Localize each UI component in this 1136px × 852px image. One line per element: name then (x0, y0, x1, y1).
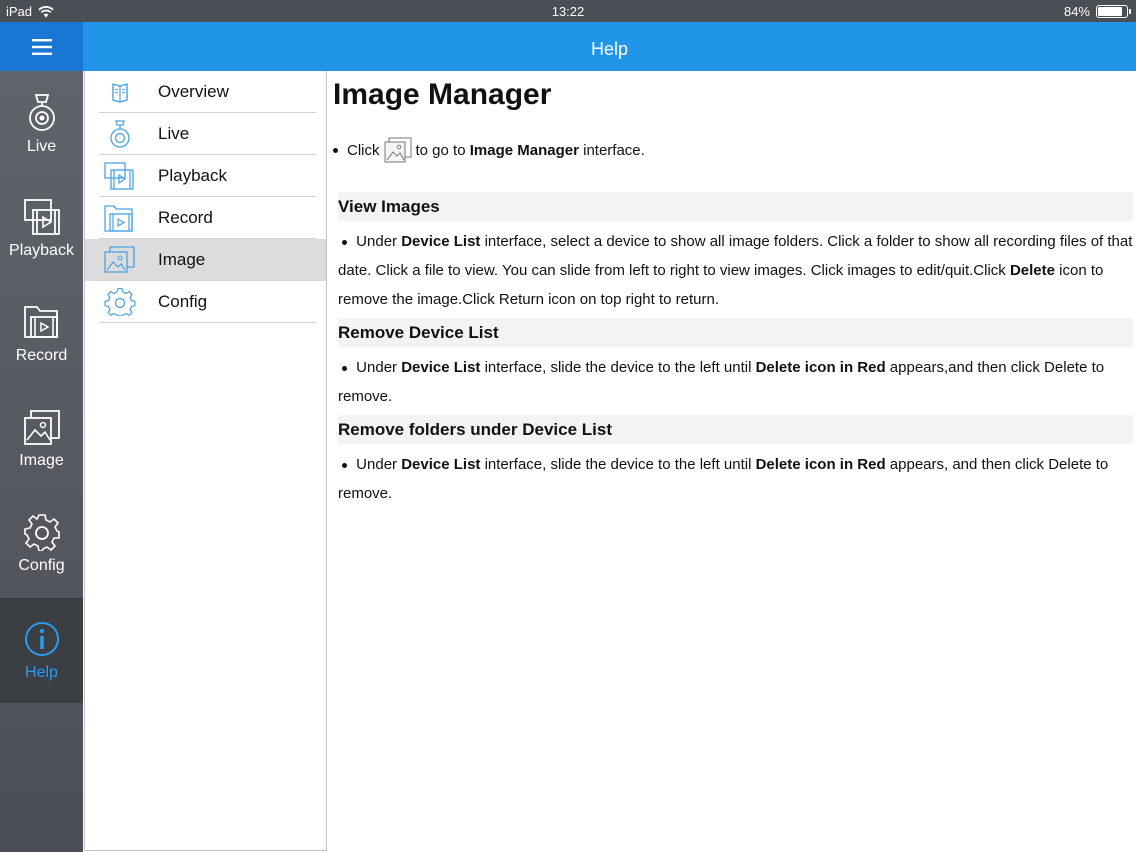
rail-item-playback[interactable]: Playback (0, 176, 83, 281)
rail-item-label: Help (25, 663, 58, 681)
rail-item-config[interactable]: Config (0, 491, 83, 596)
rail-item-record[interactable]: Record (0, 281, 83, 386)
topic-label: Live (158, 124, 190, 143)
topic-image[interactable]: Image (85, 239, 326, 281)
intro-before: Click (347, 141, 380, 159)
text-bold: Device List (401, 359, 481, 376)
status-bar: iPad 13:22 84% (0, 0, 1136, 22)
text-bold: Device List (401, 233, 481, 250)
battery-level (1098, 7, 1122, 16)
text-bold: Delete icon in Red (755, 359, 886, 376)
intro-after: to go to (415, 141, 466, 159)
rail-item-label: Playback (9, 241, 74, 259)
camera-icon (110, 120, 130, 148)
rail-item-help[interactable]: Help (0, 598, 83, 703)
book-icon (112, 83, 128, 103)
topic-overview[interactable]: Overview (85, 71, 326, 113)
hamburger-icon (31, 38, 52, 55)
topic-label: Playback (158, 166, 227, 185)
text-part: Under (356, 233, 398, 250)
topic-label: Config (158, 292, 208, 311)
intro-bold: Image Manager (469, 141, 579, 159)
section-remove-device-list: Remove Device List Under Device List int… (338, 318, 1133, 411)
rail-item-label: Live (26, 137, 57, 155)
text-bold: Delete icon in Red (755, 456, 886, 473)
text-part: interface, slide the device to the left … (484, 359, 752, 376)
bullet (342, 462, 348, 468)
text-bold: Device List (401, 456, 481, 473)
topic-live[interactable]: Live (85, 113, 326, 155)
gear-icon (104, 288, 136, 316)
status-right: 84% (1063, 4, 1131, 19)
help-topics-list: Overview Live Playback Record Image Conf… (84, 71, 327, 851)
intro-line: Click to go to Image Manager interface. (333, 137, 645, 163)
topic-record[interactable]: Record (85, 197, 326, 239)
section-view-images: View Images Under Device List interface,… (338, 192, 1133, 314)
rail-item-image[interactable]: Image (0, 386, 83, 491)
section-text: Under Device List interface, slide the d… (338, 353, 1133, 411)
section-heading: Remove folders under Device List (338, 415, 1133, 444)
content-title: Image Manager (333, 78, 552, 111)
battery-percent: 84% (1063, 4, 1090, 19)
topic-label: Overview (158, 82, 229, 101)
topic-label: Image (158, 250, 206, 269)
record-icon (23, 305, 58, 338)
rail-item-label: Config (18, 556, 65, 574)
gear-icon (23, 513, 60, 551)
text-part: Under (356, 359, 398, 376)
section-heading: Remove Device List (338, 318, 1133, 347)
help-content: Image Manager Click to go to Image Manag… (327, 71, 1136, 852)
topic-label: Record (158, 208, 213, 227)
image-icon (23, 409, 60, 445)
section-remove-folders: Remove folders under Device List Under D… (338, 415, 1133, 508)
page-title: Help (590, 39, 629, 59)
status-time: 13:22 (551, 4, 585, 19)
rail-item-label: Record (15, 346, 68, 364)
text-part: interface, slide the device to the left … (484, 456, 752, 473)
playback-icon (23, 198, 60, 235)
info-icon (24, 621, 59, 656)
image-manager-icon (384, 137, 411, 163)
main-nav-rail: Live Playback Record Image Config Help (0, 71, 83, 852)
image-icon (104, 246, 135, 273)
topic-config[interactable]: Config (85, 281, 326, 323)
rail-item-label: Image (19, 451, 64, 469)
battery-icon (1096, 5, 1131, 18)
topic-playback[interactable]: Playback (85, 155, 326, 197)
record-icon (104, 205, 133, 232)
bullet (342, 239, 348, 245)
camera-icon (28, 93, 55, 131)
section-text: Under Device List interface, slide the d… (338, 450, 1133, 508)
section-heading: View Images (338, 192, 1133, 221)
section-text: Under Device List interface, select a de… (338, 227, 1133, 314)
playback-icon (104, 162, 134, 190)
app-header: Help (0, 22, 1136, 71)
bullet (333, 147, 338, 153)
rail-item-live[interactable]: Live (0, 71, 83, 176)
bullet (342, 365, 348, 371)
text-bold: Delete (1009, 262, 1055, 279)
menu-button[interactable] (0, 22, 83, 71)
text-part: Under (356, 456, 398, 473)
intro-end: interface. (583, 141, 645, 159)
